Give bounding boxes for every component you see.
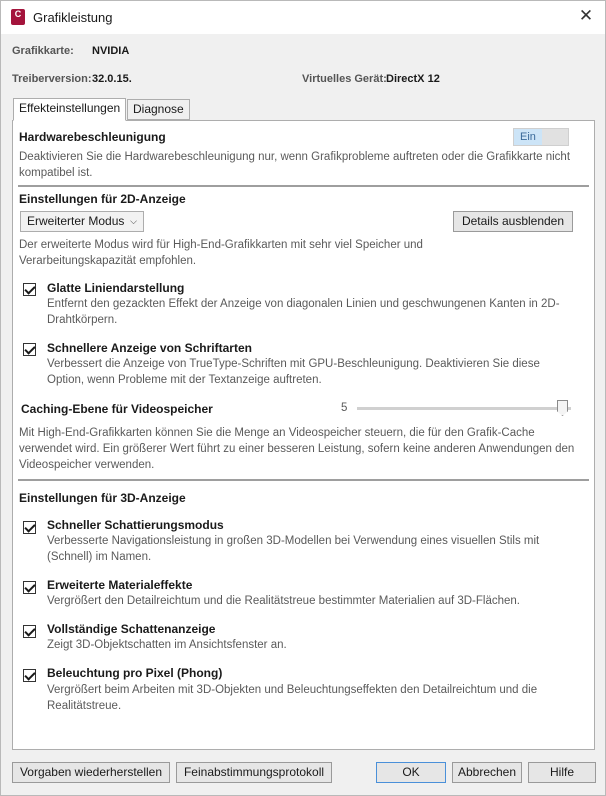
- per-pixel-lighting-checkbox[interactable]: [23, 669, 36, 682]
- close-icon[interactable]: ✕: [573, 5, 599, 29]
- fast-fonts-description: Verbessert die Anzeige von TrueType-Schr…: [47, 358, 540, 386]
- video-cache-description: Mit High-End-Grafikkarten können Sie die…: [19, 427, 575, 471]
- smooth-lines-description: Entfernt den gezackten Effekt der Anzeig…: [47, 298, 560, 326]
- display-mode-dropdown[interactable]: Erweiterter Modus ⌵: [20, 211, 144, 232]
- smooth-lines-title: Glatte Liniendarstellung: [47, 281, 185, 295]
- section-divider: [18, 479, 589, 481]
- help-button[interactable]: Hilfe: [528, 762, 596, 783]
- video-cache-title: Caching-Ebene für Videospeicher: [21, 402, 213, 416]
- display-3d-title: Einstellungen für 3D-Anzeige: [19, 491, 186, 505]
- material-effects-checkbox[interactable]: [23, 581, 36, 594]
- app-logo-icon: C: [11, 9, 25, 25]
- smooth-lines-checkbox[interactable]: [23, 283, 36, 296]
- cancel-button[interactable]: Abbrechen: [452, 762, 522, 783]
- effect-settings-panel: Hardwarebeschleunigung Ein Deaktivieren …: [12, 120, 595, 750]
- hardware-acceleration-description: Deaktivieren Sie die Hardwarebeschleunig…: [19, 151, 571, 179]
- material-effects-description: Vergrößert den Detailreichtum und die Re…: [47, 595, 520, 607]
- chevron-down-icon: ⌵: [130, 216, 137, 226]
- full-shadows-checkbox[interactable]: [23, 625, 36, 638]
- graphics-card-label: Grafikkarte:: [12, 45, 74, 57]
- driver-version-label: Treiberversion:: [12, 73, 92, 85]
- full-shadows-description: Zeigt 3D-Objektschatten im Ansichtsfenst…: [47, 639, 287, 651]
- display-mode-description: Der erweiterte Modus wird für High-End-G…: [19, 239, 423, 267]
- per-pixel-lighting-description: Vergrößert beim Arbeiten mit 3D-Objekten…: [47, 684, 538, 712]
- fast-fonts-title: Schnellere Anzeige von Schriftarten: [47, 341, 252, 355]
- material-effects-title: Erweiterte Materialeffekte: [47, 578, 193, 592]
- driver-version-value: 32.0.15.: [92, 73, 132, 85]
- title-bar[interactable]: C Grafikleistung ✕: [1, 1, 605, 34]
- window-title: Grafikleistung: [33, 10, 113, 25]
- per-pixel-lighting-title: Beleuchtung pro Pixel (Phong): [47, 666, 223, 680]
- section-divider: [18, 185, 589, 187]
- graphics-card-value: NVIDIA: [92, 45, 130, 57]
- tab-diagnostics[interactable]: Diagnose: [127, 99, 190, 120]
- virtual-device-value: DirectX 12: [386, 73, 440, 85]
- tuning-log-button[interactable]: Feinabstimmungsprotokoll: [176, 762, 332, 783]
- toggle-on-label: Ein: [514, 129, 542, 145]
- graphics-performance-dialog: C Grafikleistung ✕ Grafikkarte: NVIDIA T…: [0, 0, 606, 796]
- display-2d-title: Einstellungen für 2D-Anzeige: [19, 192, 186, 206]
- fast-fonts-checkbox[interactable]: [23, 343, 36, 356]
- display-mode-value: Erweiterter Modus: [27, 214, 125, 228]
- hardware-acceleration-toggle[interactable]: Ein: [513, 128, 569, 146]
- hardware-acceleration-title: Hardwarebeschleunigung: [19, 130, 166, 144]
- virtual-device-label: Virtuelles Gerät:: [302, 73, 387, 85]
- ok-button[interactable]: OK: [376, 762, 446, 783]
- fast-shading-title: Schneller Schattierungsmodus: [47, 518, 224, 532]
- hide-details-button[interactable]: Details ausblenden: [453, 211, 573, 232]
- fast-shading-description: Verbesserte Navigationsleistung in große…: [47, 535, 540, 563]
- video-cache-slider-thumb[interactable]: [557, 400, 568, 416]
- tab-effect-settings[interactable]: Effekteinstellungen: [13, 98, 127, 121]
- video-cache-slider-track[interactable]: [357, 407, 571, 410]
- restore-defaults-button[interactable]: Vorgaben wiederherstellen: [12, 762, 170, 783]
- fast-shading-checkbox[interactable]: [23, 521, 36, 534]
- video-cache-value: 5: [341, 402, 348, 414]
- full-shadows-title: Vollständige Schattenanzeige: [47, 622, 216, 636]
